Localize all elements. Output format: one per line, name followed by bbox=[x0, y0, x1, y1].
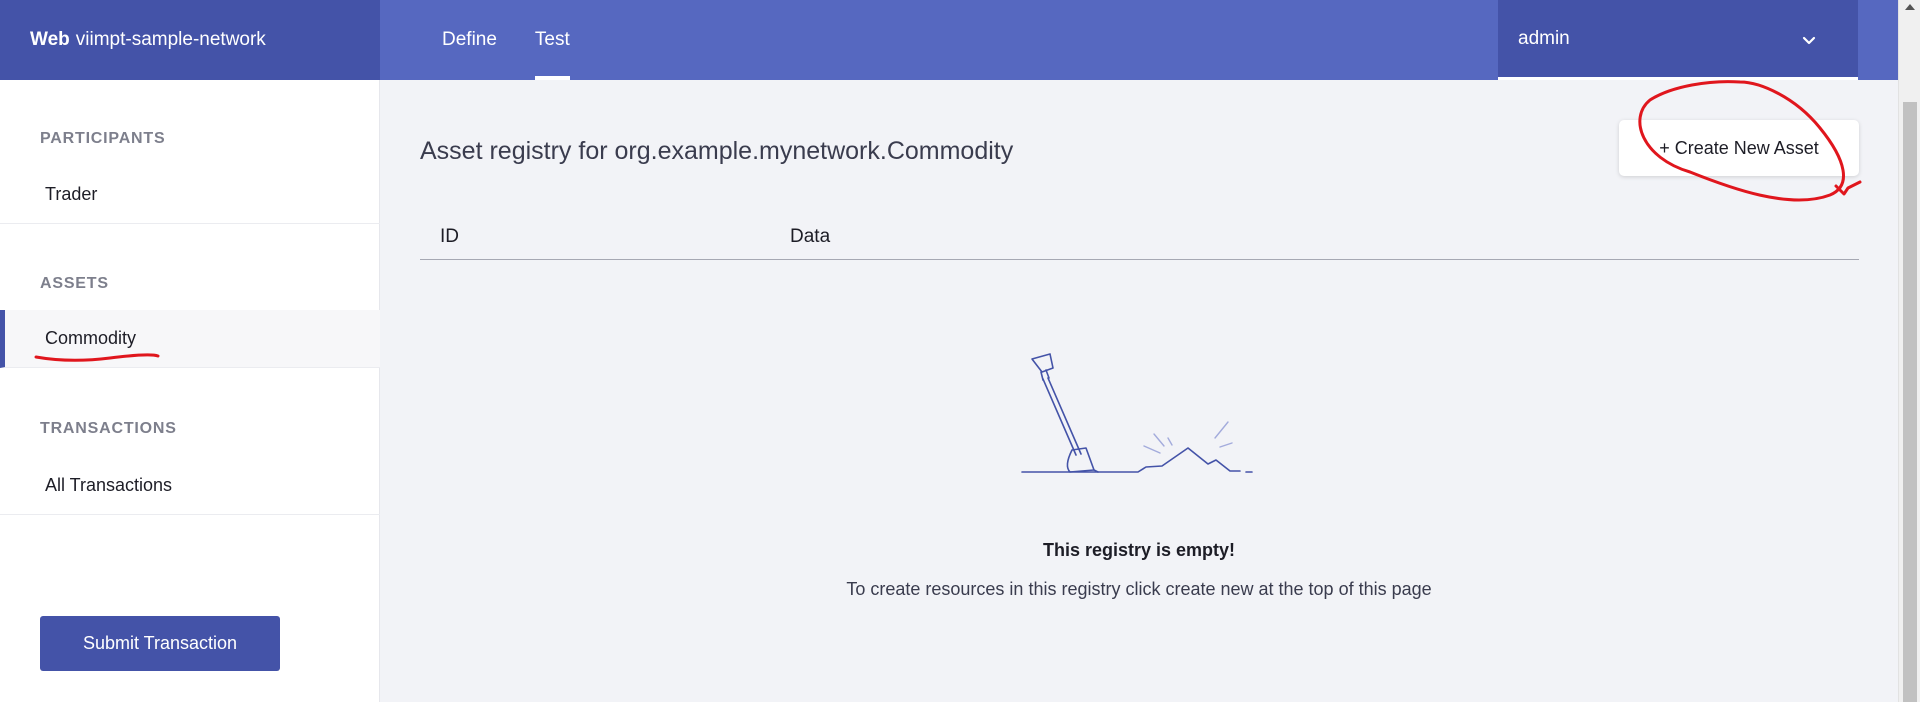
empty-state-title: This registry is empty! bbox=[1042, 540, 1236, 560]
tab-define[interactable]: Define bbox=[442, 0, 497, 80]
sidebar-item-all-transactions[interactable]: All Transactions bbox=[0, 457, 380, 515]
tab-test[interactable]: Test bbox=[534, 0, 570, 80]
user-dropdown[interactable]: admin bbox=[1498, 0, 1858, 80]
sidebar-item-trader[interactable]: Trader bbox=[0, 166, 380, 224]
scroll-up-arrow-icon[interactable] bbox=[1905, 4, 1915, 10]
column-header-data: Data bbox=[790, 226, 831, 247]
chevron-down-icon bbox=[1802, 36, 1816, 45]
page-title: Asset registry for org.example.mynetwork… bbox=[420, 137, 1014, 165]
brand[interactable]: Web viimpt-sample-network bbox=[0, 0, 380, 80]
annotation-tail bbox=[1834, 180, 1862, 196]
table-header: ID Data bbox=[420, 220, 1859, 260]
sidebar-item-label: Trader bbox=[45, 184, 98, 204]
brand-bold: Web bbox=[30, 29, 70, 50]
scroll-thumb[interactable] bbox=[1903, 102, 1917, 702]
participants-heading: PARTICIPANTS bbox=[40, 130, 166, 147]
shovel-icon bbox=[1021, 353, 1253, 473]
assets-heading: ASSETS bbox=[40, 275, 109, 292]
sidebar-item-commodity[interactable]: Commodity bbox=[0, 310, 380, 368]
user-name: admin bbox=[1518, 27, 1570, 49]
column-header-id: ID bbox=[440, 226, 459, 247]
create-new-asset-button[interactable]: + Create New Asset bbox=[1619, 120, 1859, 176]
empty-state-message: To create resources in this registry cli… bbox=[846, 579, 1432, 599]
sidebar: PARTICIPANTS Trader ASSETS Commodity TRA… bbox=[0, 80, 380, 702]
top-bar: Web viimpt-sample-network Define Test ad… bbox=[0, 0, 1898, 80]
submit-transaction-button[interactable]: Submit Transaction bbox=[40, 616, 280, 671]
network-name: viimpt-sample-network bbox=[75, 29, 266, 50]
sidebar-item-label: All Transactions bbox=[45, 475, 173, 495]
nav-tabs: Define Test bbox=[442, 0, 608, 80]
transactions-heading: TRANSACTIONS bbox=[40, 420, 177, 437]
sidebar-item-label: Commodity bbox=[45, 328, 137, 348]
